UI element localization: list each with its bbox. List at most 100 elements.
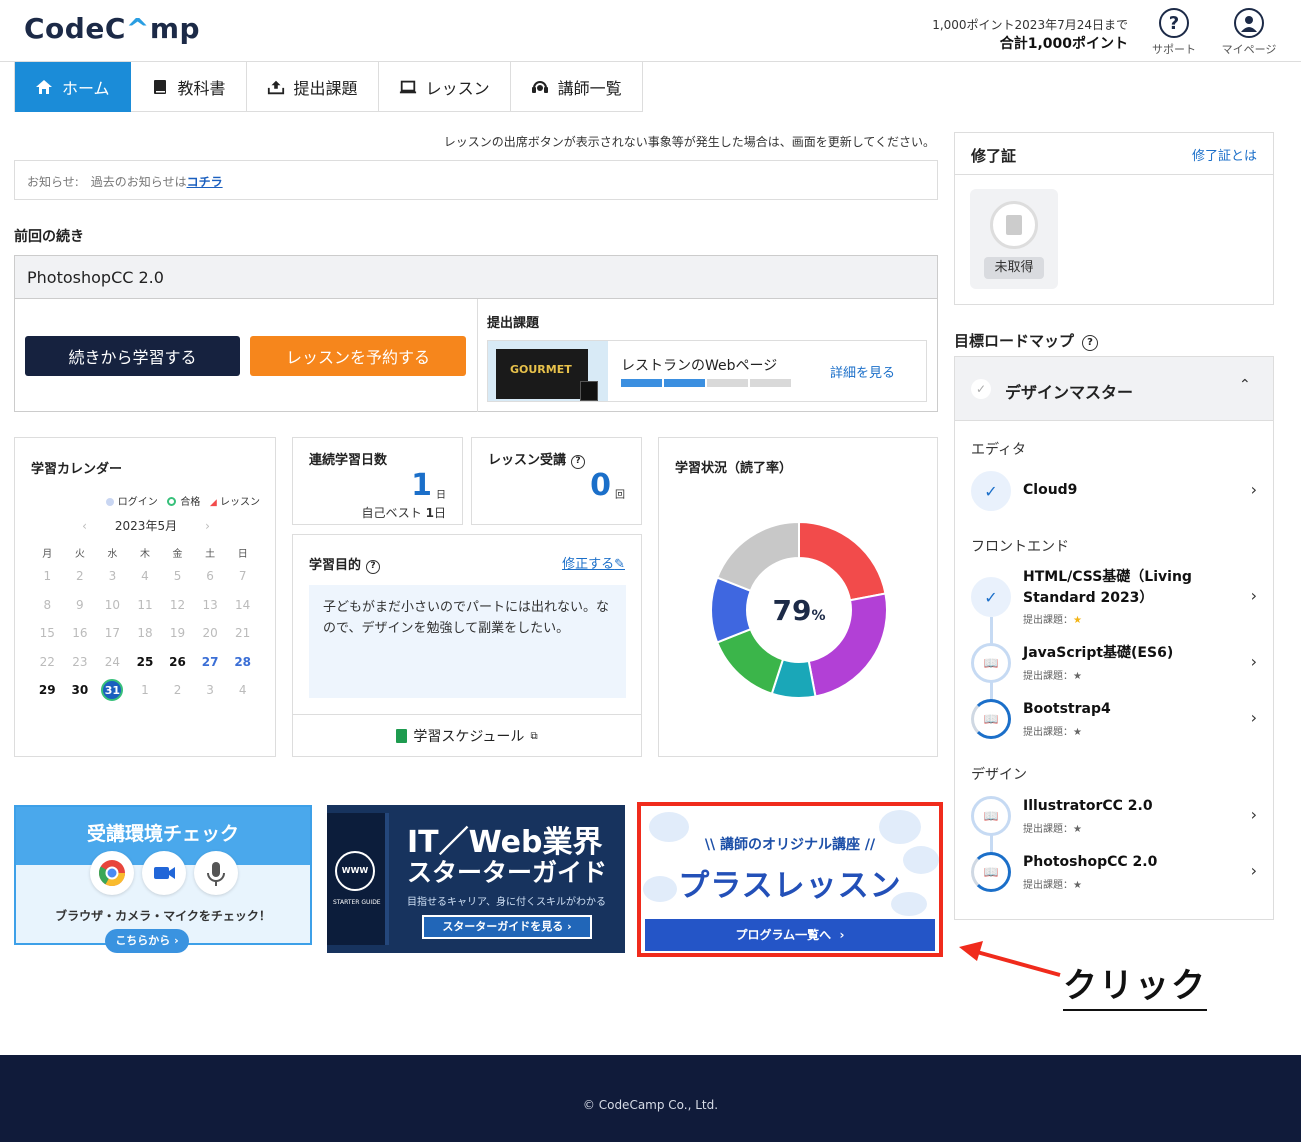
help-icon[interactable]: ? xyxy=(366,560,381,574)
calendar-day: 26 xyxy=(169,654,186,669)
mypage-button[interactable]: マイページ xyxy=(1218,8,1280,57)
help-icon[interactable]: ? xyxy=(571,455,586,469)
calendar-heading: 学習カレンダー xyxy=(31,462,123,477)
tab-textbook-label: 教科書 xyxy=(177,78,226,98)
tab-submissions-label: 提出課題 xyxy=(293,78,358,98)
user-icon xyxy=(1234,8,1264,38)
roadmap-item[interactable]: 📖 PhotoshopCC 2.0 提出課題：★ › xyxy=(971,852,1263,892)
chrome-icon xyxy=(90,851,134,895)
streak-best: 自己ベスト 1日 xyxy=(361,506,446,520)
chevron-right-icon: › xyxy=(1250,586,1257,605)
calendar-day: 7 xyxy=(238,569,247,584)
www-label: WWW xyxy=(341,866,369,875)
continue-panel: PhotoshopCC 2.0 続きから学習する レッスンを予約する 提出課題 … xyxy=(14,255,938,412)
calendar-month: 2023年5月 xyxy=(114,519,178,533)
env-check-banner[interactable]: 受講環境チェック ブラウザ・カメラ・マイクをチェック！ xyxy=(14,805,312,945)
donut-segment-6 xyxy=(715,520,800,593)
progress-step-3 xyxy=(707,379,748,387)
lessons-card: レッスン受講? 0 回 xyxy=(471,437,642,525)
submission-heading: 提出課題 xyxy=(487,316,540,331)
headset-icon xyxy=(531,79,549,95)
book-open-icon: 📖 xyxy=(971,796,1011,836)
calendar-legend: ログイン 合格 ◢ レッスン xyxy=(15,493,260,508)
tab-lessons[interactable]: レッスン xyxy=(378,62,511,112)
goal-edit-link[interactable]: 修正する✎ xyxy=(562,553,625,572)
continue-course-title: PhotoshopCC 2.0 xyxy=(15,256,937,299)
upload-icon xyxy=(267,79,285,95)
roadmap-item-sub: 提出課題：★ xyxy=(1023,671,1082,682)
starter-guide-banner[interactable]: WWW STARTER GUIDE IT／Web業界 スターターガイド 目指せる… xyxy=(327,805,625,953)
tab-textbook[interactable]: 教科書 xyxy=(130,62,247,112)
calendar-day: 4 xyxy=(238,683,247,698)
continue-learning-button[interactable]: 続きから学習する xyxy=(25,336,240,376)
calendar-day: 1 xyxy=(43,569,52,584)
status-heading: 学習状況（読了率） xyxy=(675,461,793,476)
certificate-tile[interactable]: 未取得 xyxy=(970,189,1058,289)
progress-step-4 xyxy=(750,379,791,387)
roadmap-item-sub: 提出課題：★ xyxy=(1023,824,1082,835)
pencil-icon: ✎ xyxy=(614,557,625,572)
tab-home-label: ホーム xyxy=(62,78,110,98)
donut-segment-1 xyxy=(798,520,887,602)
calendar-day: 4 xyxy=(141,569,149,584)
roadmap-item-sub: 提出課題：★ xyxy=(1023,727,1082,738)
schedule-link[interactable]: 学習スケジュール ⧉ xyxy=(293,714,641,757)
login-dot-icon xyxy=(105,498,114,506)
roadmap-item[interactable]: ✓ Cloud9 › xyxy=(971,471,1263,511)
chevron-right-icon: › xyxy=(1250,861,1257,880)
plus-lesson-banner[interactable]: \\ 講師のオリジナル講座 // プラスレッスン プログラム一覧へ › xyxy=(637,802,943,957)
home-icon xyxy=(35,79,53,95)
roadmap-heading: 目標ロードマップ xyxy=(954,332,1075,350)
calendar-day: 17 xyxy=(104,626,121,641)
calendar-day: 10 xyxy=(104,597,121,612)
calendar-day: 2 xyxy=(173,683,182,698)
weekday-label: 月 xyxy=(42,548,53,560)
support-button[interactable]: ? サポート xyxy=(1143,8,1205,57)
submission-name: レストランのWebページ xyxy=(621,358,778,374)
completion-percent: 79% xyxy=(773,594,826,627)
roadmap-item[interactable]: 📖 Bootstrap4 提出課題：★ › xyxy=(971,699,1263,739)
roadmap-item[interactable]: ✓ HTML/CSS基礎（Living Standard 2023） 提出課題：… xyxy=(971,569,1263,627)
goal-heading-wrap: 学習目的? xyxy=(309,554,381,574)
next-month-button[interactable]: › xyxy=(205,519,210,533)
calendar-day: 5 xyxy=(173,569,182,584)
roadmap-item[interactable]: 📖 IllustratorCC 2.0 提出課題：★ › xyxy=(971,796,1263,836)
chevron-up-icon[interactable]: ⌃ xyxy=(1239,377,1251,393)
tab-submissions[interactable]: 提出課題 xyxy=(246,62,379,112)
guide-button[interactable]: スターターガイドを見る › xyxy=(422,915,592,939)
lessons-heading-wrap: レッスン受講? xyxy=(488,449,586,469)
chevron-right-icon: › xyxy=(1250,708,1257,727)
help-icon[interactable]: ? xyxy=(1082,335,1099,351)
certificate-info-link[interactable]: 修了証とは xyxy=(1192,145,1257,164)
check-icon: ✓ xyxy=(971,471,1011,511)
calendar-day: 27 xyxy=(201,654,219,669)
calendar-month-nav: ‹ 2023年5月 › xyxy=(15,517,277,534)
program-list-button[interactable]: プログラム一覧へ › xyxy=(645,919,935,951)
calendar-day: 22 xyxy=(39,654,55,669)
book-icon xyxy=(151,79,169,95)
codecamp-logo[interactable]: CodeC^mp xyxy=(24,12,200,45)
submission-detail-link[interactable]: 詳細を見る xyxy=(830,362,895,381)
calendar-day: 28 xyxy=(234,654,252,669)
book-lesson-button[interactable]: レッスンを予約する xyxy=(250,336,466,376)
env-check-button[interactable]: こちらから › xyxy=(105,929,189,953)
chevron-right-icon: › xyxy=(1250,480,1257,499)
tab-home[interactable]: ホーム xyxy=(15,62,131,112)
roadmap-item[interactable]: 📖 JavaScript基礎(ES6) 提出課題：★ › xyxy=(971,643,1263,683)
calendar-day: 25 xyxy=(136,654,154,669)
lessons-unit: 回 xyxy=(615,490,625,501)
roadmap-section-frontend: フロントエンド xyxy=(971,539,1069,555)
prev-month-button[interactable]: ‹ xyxy=(82,519,87,533)
roadmap-track-title: デザインマスター xyxy=(1005,383,1134,402)
roadmap-track-header[interactable]: ✓ デザインマスター ⌃ xyxy=(955,357,1273,421)
roadmap-item-sub: 提出課題：★ xyxy=(1023,880,1082,891)
submission-card[interactable]: GOURMET レストランのWebページ 詳細を見る xyxy=(487,340,927,402)
refresh-notice: レッスンの出席ボタンが表示されない事象等が発生した場合は、画面を更新してください… xyxy=(443,135,935,149)
calendar-day: 21 xyxy=(235,626,251,641)
completion-donut-chart: 79% xyxy=(710,520,888,699)
study-calendar: 学習カレンダー ログイン 合格 ◢ レッスン ‹ 2023年5月 › 月 火 水 木 金 土 日… xyxy=(14,437,276,757)
tab-instructors[interactable]: 講師一覧 xyxy=(510,62,643,112)
streak-value: 1 xyxy=(411,468,432,503)
click-annotation: クリック xyxy=(1063,958,1207,1011)
news-archive-link[interactable]: コチラ xyxy=(187,175,223,189)
